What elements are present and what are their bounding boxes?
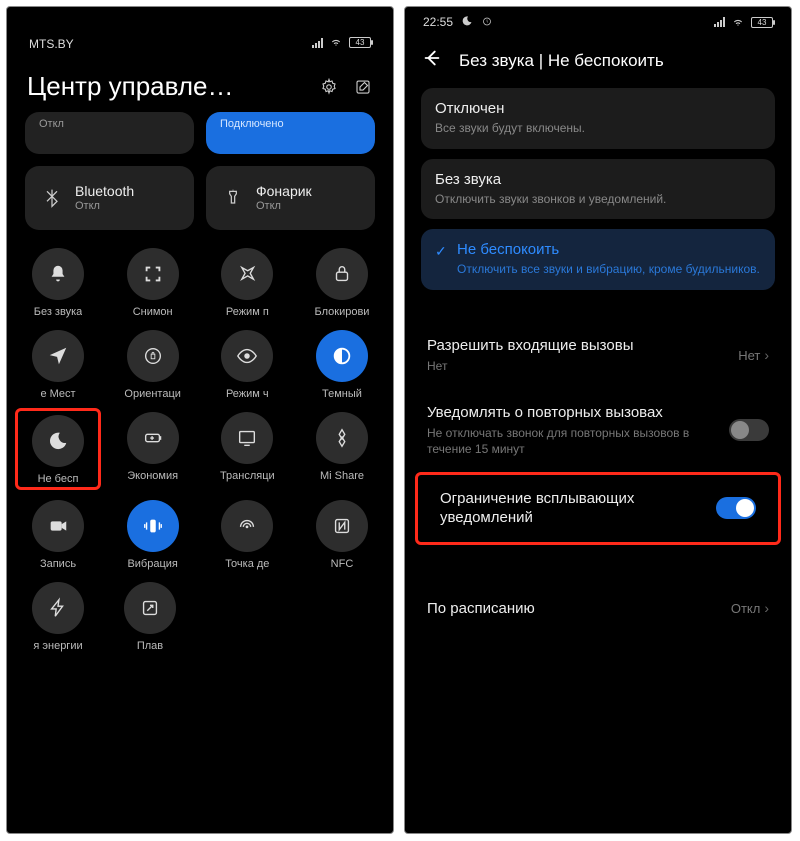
hotspot-icon (236, 515, 258, 537)
toggle-vibration[interactable]: Вибрация (110, 500, 196, 570)
big-tiles: Откл Подключено Bluetooth Откл (7, 112, 393, 230)
bluetooth-icon (39, 188, 65, 208)
cast-icon (236, 427, 258, 449)
settings-header: Без звука | Не беспокоить (405, 37, 791, 88)
row-repeat-calls[interactable]: Уведомлять о повторных вызовах Не отключ… (405, 389, 791, 472)
battery-icon: 43 (349, 37, 371, 48)
rotation-lock-icon (142, 345, 164, 367)
edit-icon[interactable] (353, 77, 373, 97)
wifi-icon (329, 34, 343, 51)
toggle-reading-mode[interactable]: Режим ч (204, 330, 290, 400)
toggle-dark-mode[interactable]: Темный (299, 330, 385, 400)
settings-title: Без звука | Не беспокоить (459, 51, 664, 71)
status-icons: 43 (306, 34, 371, 51)
popup-highlight: Ограничение всплывающих уведомлений (415, 472, 781, 545)
toggle-rotation[interactable]: Ориентаци (110, 330, 196, 400)
toggle-mute[interactable]: Без звука (15, 248, 101, 318)
screenshot-icon (142, 263, 164, 285)
option-disabled[interactable]: Отключен Все звуки будут включены. (421, 88, 775, 149)
bolt-icon (47, 597, 69, 619)
airplane-icon (236, 263, 258, 285)
toggle-airplane[interactable]: Режим п (204, 248, 290, 318)
cc-header: Центр управле… (7, 53, 393, 112)
settings-gear-icon[interactable] (319, 77, 339, 97)
back-button[interactable] (421, 47, 443, 74)
toggle-location[interactable]: е Мест (15, 330, 101, 400)
control-center-screen: MTS.BY 43 Центр управле… Откл (6, 6, 394, 834)
toggle-hotspot[interactable]: Точка де (204, 500, 290, 570)
popup-toggle[interactable] (716, 497, 756, 519)
bell-icon (47, 263, 69, 285)
toggle-grid: Без звука Снимон Режим п Блокирови е Мес… (7, 230, 393, 664)
tile-wifi[interactable]: Подключено (206, 112, 375, 154)
toggle-floating-window[interactable]: Плав (107, 582, 193, 652)
dnd-settings-screen: 22:55 43 Без звука | Не беспокоить Отклю… (404, 6, 792, 834)
moon-status-icon (461, 15, 473, 30)
battery-plus-icon (142, 427, 164, 449)
row-allow-calls[interactable]: Разрешить входящие вызовы Нет Нет › (405, 322, 791, 389)
battery-icon: 43 (751, 17, 773, 28)
option-dnd[interactable]: ✓ Не беспокоить Отключить все звуки и ви… (421, 229, 775, 290)
status-bar: 22:55 43 (405, 7, 791, 37)
toggle-cast[interactable]: Трансляци (204, 412, 290, 488)
row-schedule[interactable]: По расписанию Откл › (405, 585, 791, 633)
repeat-toggle[interactable] (729, 419, 769, 441)
chevron-right-icon: › (764, 347, 769, 363)
eye-icon (236, 345, 258, 367)
cc-title: Центр управле… (27, 71, 234, 102)
mi-share-icon (331, 427, 353, 449)
nfc-icon (331, 515, 353, 537)
lock-icon (331, 263, 353, 285)
tile-flashlight[interactable]: Фонарик Откл (206, 166, 375, 230)
signal-icon (312, 38, 323, 48)
floating-window-icon (139, 597, 161, 619)
flashlight-icon (220, 188, 246, 208)
dark-mode-icon (331, 345, 353, 367)
tile-bluetooth[interactable]: Bluetooth Откл (25, 166, 194, 230)
toggle-power-save[interactable]: я энергии (15, 582, 101, 652)
status-time: 22:55 (423, 15, 453, 29)
chevron-right-icon: › (764, 600, 769, 616)
toggle-lock[interactable]: Блокирови (299, 248, 385, 318)
option-silent[interactable]: Без звука Отключить звуки звонков и увед… (421, 159, 775, 220)
toggle-nfc[interactable]: NFC (299, 500, 385, 570)
check-icon: ✓ (435, 243, 449, 260)
carrier-label: MTS.BY (29, 37, 74, 51)
status-bar: MTS.BY 43 (7, 7, 393, 53)
wifi-icon (731, 14, 745, 31)
vibration-icon (142, 515, 164, 537)
location-icon (47, 345, 69, 367)
signal-icon (714, 17, 725, 27)
toggle-mi-share[interactable]: Mi Share (299, 412, 385, 488)
toggle-battery-saver[interactable]: Экономия (110, 412, 196, 488)
toggle-screen-record[interactable]: Запись (15, 500, 101, 570)
tile-mobile-data[interactable]: Откл (25, 112, 194, 154)
record-icon (47, 515, 69, 537)
alarm-status-icon (481, 15, 493, 30)
row-popup-limit[interactable]: Ограничение всплывающих уведомлений (418, 475, 778, 542)
moon-icon (47, 430, 69, 452)
toggle-screenshot[interactable]: Снимон (110, 248, 196, 318)
toggle-dnd-highlighted[interactable]: Не бесп (15, 408, 101, 490)
